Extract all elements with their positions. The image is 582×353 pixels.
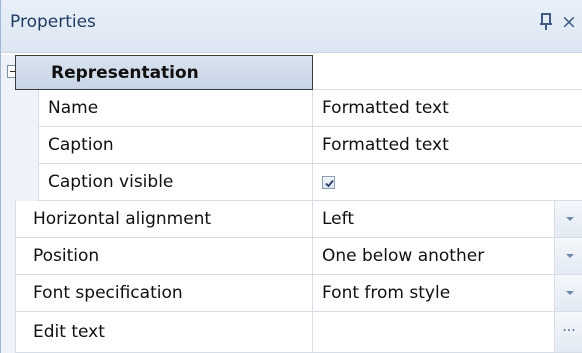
property-row[interactable]: Caption visible (1, 164, 582, 201)
group-label: Representation (15, 55, 313, 90)
pin-icon[interactable] (536, 10, 556, 36)
property-value-text: Font from style (322, 283, 451, 303)
property-name: Horizontal alignment (15, 201, 313, 238)
property-value (313, 164, 582, 201)
properties-panel: Properties × Representation Name Formatt… (0, 0, 582, 353)
property-name: Name (38, 90, 313, 127)
panel-title: Properties (10, 12, 96, 32)
property-value[interactable]: Left (313, 201, 582, 238)
property-value-text: Left (322, 209, 354, 229)
row-gutter (1, 164, 39, 201)
property-name: Caption (38, 127, 313, 164)
property-value[interactable]: ... (313, 312, 582, 353)
property-value[interactable]: Formatted text (313, 90, 582, 127)
property-row[interactable]: Caption Formatted text (1, 127, 582, 164)
property-value[interactable]: One below another (313, 238, 582, 275)
caption-visible-checkbox[interactable] (322, 175, 335, 189)
property-group-representation[interactable]: Representation (1, 55, 582, 90)
dropdown-arrow-icon[interactable] (554, 275, 582, 311)
row-gutter (1, 238, 16, 275)
row-gutter (1, 201, 16, 238)
property-row[interactable]: Horizontal alignment Left (1, 201, 582, 238)
property-value[interactable]: Formatted text (313, 127, 582, 164)
dropdown-arrow-icon[interactable] (554, 201, 582, 237)
property-value[interactable]: Font from style (313, 275, 582, 312)
close-icon[interactable]: × (561, 10, 577, 34)
ellipsis-button[interactable]: ... (554, 312, 582, 352)
property-row[interactable]: Edit text ... (1, 312, 582, 353)
property-name: Position (15, 238, 313, 275)
property-row[interactable]: Font specification Font from style (1, 275, 582, 312)
row-gutter (1, 312, 16, 353)
property-name: Caption visible (38, 164, 313, 201)
checkmark-icon (325, 179, 334, 187)
dropdown-arrow-icon[interactable] (554, 238, 582, 274)
row-gutter (1, 127, 39, 164)
row-gutter (1, 275, 16, 312)
property-row[interactable]: Name Formatted text (1, 90, 582, 127)
property-name: Edit text (15, 312, 313, 353)
property-name: Font specification (15, 275, 313, 312)
panel-header: Properties × (1, 0, 582, 53)
property-row[interactable]: Position One below another (1, 238, 582, 275)
property-value-text: One below another (322, 246, 485, 266)
group-value-empty (313, 55, 582, 90)
row-gutter (1, 90, 39, 127)
